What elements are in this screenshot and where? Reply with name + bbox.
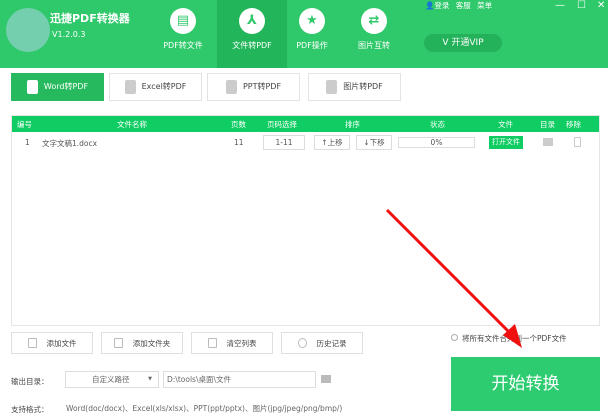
red-arrow-annotation bbox=[385, 208, 522, 348]
